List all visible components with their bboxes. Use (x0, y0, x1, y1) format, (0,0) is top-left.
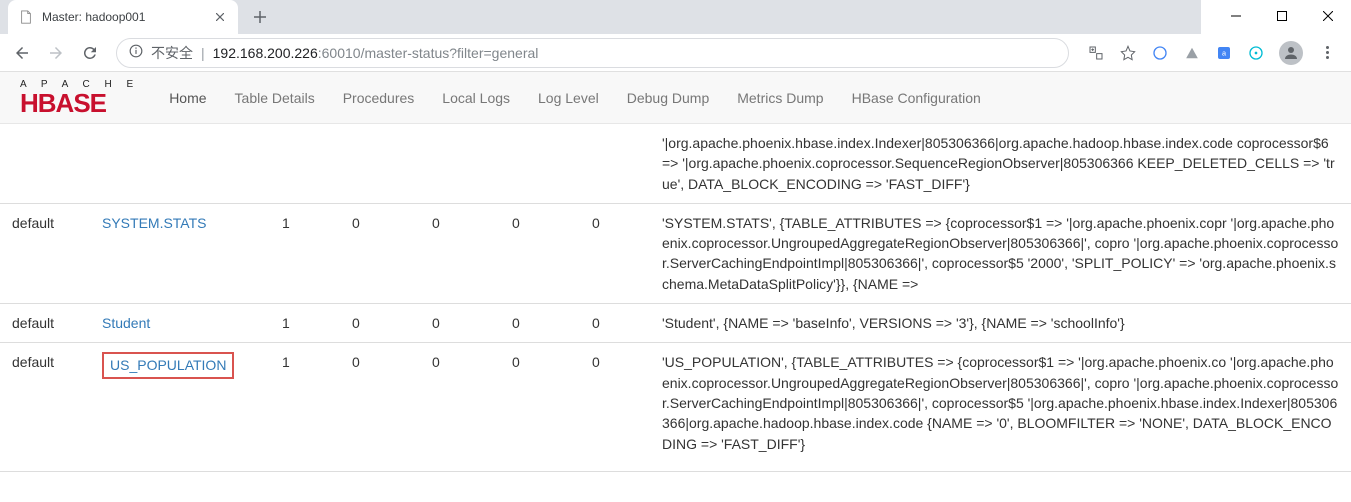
new-tab-button[interactable] (246, 3, 274, 31)
nav-debug-dump[interactable]: Debug Dump (627, 90, 710, 106)
namespace-cell (0, 124, 90, 203)
forward-button[interactable] (40, 37, 72, 69)
nav-home[interactable]: Home (169, 90, 206, 106)
table-link[interactable]: US_POPULATION (110, 357, 226, 373)
table-link[interactable]: SYSTEM.STATS (102, 215, 207, 231)
count-cell: 0 (340, 304, 420, 343)
reload-button[interactable] (74, 37, 106, 69)
extension-icon-3[interactable]: a (1215, 44, 1233, 62)
window-minimize[interactable] (1213, 0, 1259, 32)
tab-close-icon[interactable] (212, 9, 228, 25)
count-cell: 1 (270, 203, 340, 303)
hbase-navbar: A P A C H E HBASE Home Table Details Pro… (0, 72, 1351, 124)
tab-title: Master: hadoop001 (42, 10, 145, 24)
count-cell (500, 124, 580, 203)
star-icon[interactable] (1119, 44, 1137, 62)
namespace-cell: default (0, 304, 90, 343)
count-cell: 0 (580, 203, 650, 303)
table-link[interactable]: Student (102, 315, 150, 331)
nav-hbase-config[interactable]: HBase Configuration (852, 90, 981, 106)
browser-tab[interactable]: Master: hadoop001 (8, 0, 238, 34)
browser-toolbar: 不安全 | 192.168.200.226:60010/master-statu… (0, 34, 1351, 72)
description-cell: 'US_POPULATION', {TABLE_ATTRIBUTES => {c… (650, 343, 1351, 463)
count-cell: 0 (500, 343, 580, 463)
nav-procedures[interactable]: Procedures (343, 90, 415, 106)
table-name-cell: Student (90, 304, 270, 343)
count-cell: 0 (500, 304, 580, 343)
table-row: defaultStudent10000'Student', {NAME => '… (0, 304, 1351, 343)
nav-links: Home Table Details Procedures Local Logs… (169, 90, 981, 106)
hbase-logo[interactable]: A P A C H E HBASE (20, 80, 139, 116)
translate-icon[interactable] (1087, 44, 1105, 62)
count-cell (580, 124, 650, 203)
tables-list: '|org.apache.phoenix.hbase.index.Indexer… (0, 124, 1351, 463)
count-cell: 1 (270, 304, 340, 343)
nav-metrics-dump[interactable]: Metrics Dump (737, 90, 823, 106)
menu-button[interactable] (1317, 43, 1337, 63)
nav-table-details[interactable]: Table Details (235, 90, 315, 106)
count-cell: 0 (420, 343, 500, 463)
count-cell (420, 124, 500, 203)
logo-bottom-text: HBASE (20, 90, 139, 116)
namespace-cell: default (0, 203, 90, 303)
table-name-cell: US_POPULATION (90, 343, 270, 463)
extension-icon-4[interactable] (1247, 44, 1265, 62)
separator: | (201, 45, 205, 61)
nav-log-level[interactable]: Log Level (538, 90, 599, 106)
page-icon (18, 9, 34, 25)
count-cell: 0 (420, 304, 500, 343)
extension-icon-1[interactable] (1151, 44, 1169, 62)
url-path: :60010/master-status?filter=general (318, 45, 539, 61)
nav-local-logs[interactable]: Local Logs (442, 90, 510, 106)
count-cell: 0 (340, 203, 420, 303)
address-bar[interactable]: 不安全 | 192.168.200.226:60010/master-statu… (116, 38, 1069, 68)
table-name-cell (90, 124, 270, 203)
table-row: '|org.apache.phoenix.hbase.index.Indexer… (0, 124, 1351, 203)
back-button[interactable] (6, 37, 38, 69)
window-maximize[interactable] (1259, 0, 1305, 32)
count-cell: 0 (500, 203, 580, 303)
url-host: 192.168.200.226 (213, 45, 318, 61)
window-close[interactable] (1305, 0, 1351, 32)
highlight-box: US_POPULATION (102, 352, 234, 378)
namespace-cell: default (0, 343, 90, 463)
description-cell: 'Student', {NAME => 'baseInfo', VERSIONS… (650, 304, 1351, 343)
count-cell (270, 124, 340, 203)
count-cell: 1 (270, 343, 340, 463)
description-cell: 'SYSTEM.STATS', {TABLE_ATTRIBUTES => {co… (650, 203, 1351, 303)
count-cell: 0 (580, 304, 650, 343)
info-icon (129, 44, 143, 61)
table-row: defaultUS_POPULATION10000'US_POPULATION'… (0, 343, 1351, 463)
count-cell: 0 (420, 203, 500, 303)
count-cell (340, 124, 420, 203)
count-cell: 0 (340, 343, 420, 463)
tab-strip: Master: hadoop001 (0, 0, 1201, 34)
table-name-cell: SYSTEM.STATS (90, 203, 270, 303)
profile-avatar[interactable] (1279, 41, 1303, 65)
table-row: defaultSYSTEM.STATS10000'SYSTEM.STATS', … (0, 203, 1351, 303)
count-cell: 0 (580, 343, 650, 463)
description-cell: '|org.apache.phoenix.hbase.index.Indexer… (650, 124, 1351, 203)
insecure-label: 不安全 (151, 43, 193, 63)
extension-icon-2[interactable] (1183, 44, 1201, 62)
